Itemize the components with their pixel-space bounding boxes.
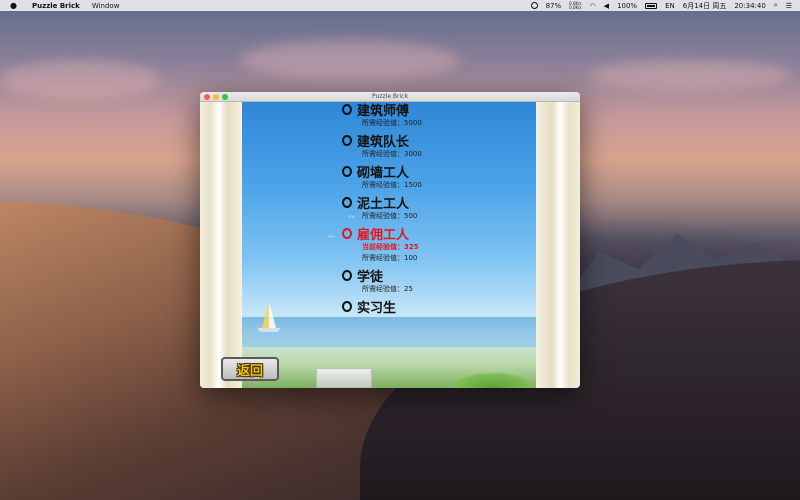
rank-title: 学徒 [342, 266, 522, 285]
apple-icon[interactable]: ● [10, 1, 18, 10]
rank-list: 建筑师傅 所需经验值：5000 建筑队长 所需经验值：3000 砌墙工人 所需经… [342, 103, 522, 317]
network-speed[interactable]: 0.0K/s 0.0K/s [569, 1, 582, 10]
rank-name: 建筑师傅 [357, 103, 410, 119]
boat-hull [258, 328, 280, 332]
rank-item: 学徒 所需经验值：25 [342, 266, 522, 295]
net-down: 0.0K/s [569, 4, 582, 10]
rank-name: 雇佣工人 [357, 227, 410, 243]
rank-required-exp: 所需经验值：500 [362, 212, 418, 220]
circle-bullet-icon [342, 300, 352, 312]
app-window: Puzzle Brick 〰 〰 建筑师傅 所需经验值：5000 建筑队长 所需… [200, 92, 580, 388]
rank-required-exp: 所需经验值：5000 [362, 119, 422, 127]
circle-bullet-icon [342, 269, 352, 281]
rank-required-exp: 所需经验值：1500 [362, 181, 422, 189]
close-button[interactable] [204, 94, 210, 100]
circle-bullet-icon [342, 227, 352, 239]
rank-item: 建筑师傅 所需经验值：5000 [342, 100, 522, 129]
rank-item: 泥土工人 所需经验值：500 [342, 193, 522, 222]
volume-icon[interactable]: ◀ [604, 2, 609, 10]
circle-bullet-icon [342, 134, 352, 146]
rank-title: 泥土工人 [342, 193, 522, 212]
rank-title: 建筑队长 [342, 131, 522, 150]
rank-name: 泥土工人 [357, 196, 410, 212]
back-button[interactable]: 返回 [221, 357, 279, 381]
rank-name: 砌墙工人 [357, 165, 410, 181]
status-area: 87% 0.0K/s 0.0K/s ◠ ◀ 100% EN 6月14日 周五 2… [530, 1, 792, 11]
menubar-date[interactable]: 6月14日 周五 [683, 1, 727, 11]
rank-name: 建筑队长 [357, 134, 410, 150]
zoom-button[interactable] [222, 94, 228, 100]
rank-item: 建筑队长 所需经验值：3000 [342, 131, 522, 160]
control-center-icon[interactable]: ☰ [786, 2, 792, 10]
rank-title: 建筑师傅 [342, 100, 522, 119]
bird-icon: 〰 [328, 233, 335, 241]
minimize-button[interactable] [213, 94, 219, 100]
curtain-right [536, 102, 580, 388]
box-decoration [316, 368, 372, 388]
cpu-percent[interactable]: 87% [546, 2, 562, 10]
grass-decoration [450, 372, 536, 388]
battery-percent[interactable]: 100% [617, 2, 637, 10]
curtain-left [200, 102, 242, 388]
circle-bullet-icon [342, 196, 352, 208]
circle-bullet-icon [342, 103, 352, 115]
rank-title: 砌墙工人 [342, 162, 522, 181]
rank-item: 砌墙工人 所需经验值：1500 [342, 162, 522, 191]
sea-background [242, 317, 536, 347]
rank-title-current: 雇佣工人 [342, 224, 522, 243]
rank-required-exp: 所需经验值：25 [362, 285, 413, 293]
cpu-ring-icon[interactable] [530, 2, 538, 9]
battery-icon[interactable] [645, 2, 658, 9]
rank-current-exp: 当前经验值：325 [362, 243, 419, 251]
rank-name: 实习生 [357, 300, 397, 316]
circle-bullet-icon [342, 165, 352, 177]
rank-required-exp: 所需经验值：100 [362, 254, 418, 262]
wifi-icon[interactable]: ◠ [590, 2, 596, 10]
rank-name: 学徒 [357, 269, 384, 285]
menu-window[interactable]: Window [92, 2, 120, 10]
rank-item: 实习生 [342, 297, 522, 316]
menu-app-name[interactable]: Puzzle Brick [32, 2, 80, 10]
search-icon[interactable]: ⌕ [774, 1, 778, 10]
game-content: 〰 〰 建筑师傅 所需经验值：5000 建筑队长 所需经验值：3000 砌墙工人… [200, 102, 580, 388]
menu-bar: ● Puzzle Brick Window 87% 0.0K/s 0.0K/s … [0, 0, 800, 11]
input-method[interactable]: EN [665, 2, 675, 10]
rank-required-exp: 所需经验值：3000 [362, 150, 422, 158]
menubar-time[interactable]: 20:34:40 [734, 2, 765, 10]
rank-title: 实习生 [342, 297, 522, 316]
rank-item-current: 雇佣工人 当前经验值：325 所需经验值：100 [342, 224, 522, 264]
